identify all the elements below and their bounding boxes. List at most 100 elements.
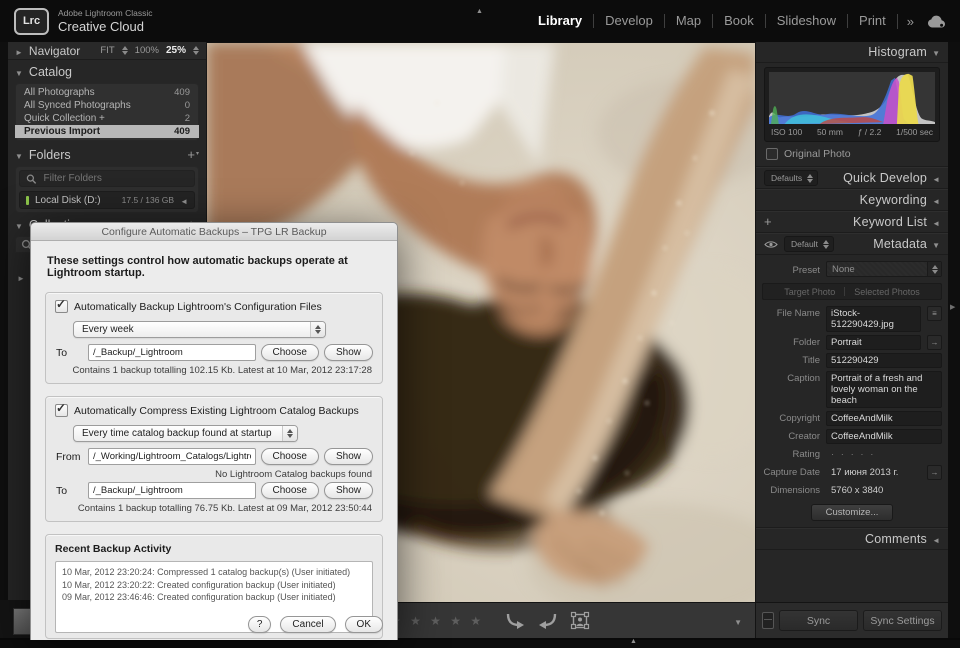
field-value[interactable]: Portrait [826, 335, 921, 350]
sync-button[interactable]: Sync [779, 610, 858, 631]
zoom-100-control[interactable]: 100% [135, 45, 159, 56]
metadata-view-dropdown[interactable]: Default [784, 236, 834, 252]
catalog-item-all-synced[interactable]: All Synced Photographs 0 [15, 99, 199, 112]
customize-row: Customize... [762, 504, 942, 521]
rotate-left-icon[interactable] [504, 612, 526, 629]
tab-divider [844, 287, 846, 296]
ok-button[interactable]: OK [344, 616, 383, 633]
catalog-item-previous-import[interactable]: Previous Import 409 [15, 125, 199, 138]
stepper-icon[interactable] [121, 46, 128, 55]
original-photo-checkbox[interactable] [766, 148, 778, 160]
cancel-button[interactable]: Cancel [280, 616, 336, 633]
keywording-header[interactable]: Keywording [756, 189, 948, 211]
tab-print[interactable]: Print [847, 14, 897, 28]
keyword-list-header[interactable]: + Keyword List [756, 211, 948, 233]
field-value[interactable]: CoffeeAndMilk [826, 429, 942, 444]
field-value[interactable]: iStock-512290429.jpg [826, 306, 921, 332]
compress-frequency-dropdown[interactable]: Every time catalog backup found at start… [73, 425, 298, 442]
volume-local-disk[interactable]: Local Disk (D:) 17.5 / 136 GB [19, 191, 195, 209]
navigator-header[interactable]: Navigator FIT 100% 25% [8, 42, 206, 60]
sync-toggle-icon[interactable] [762, 612, 774, 629]
folders-header[interactable]: Folders [8, 145, 206, 165]
compress-to-row: To Choose Show [55, 482, 373, 499]
tab-develop[interactable]: Develop [593, 14, 664, 28]
compress-to-path-input[interactable] [88, 482, 256, 499]
histogram-box[interactable]: ISO 100 50 mm ƒ / 2.2 1/500 sec [764, 67, 940, 142]
catalog-item-all-photographs[interactable]: All Photographs 409 [15, 86, 199, 99]
add-keyword-button[interactable]: + [764, 215, 772, 228]
volume-expand-arrow[interactable] [180, 191, 188, 209]
compress-from-path-input[interactable] [88, 448, 256, 465]
field-value[interactable]: Portrait of a fresh and lovely woman on … [826, 371, 942, 408]
saved-preset-dropdown[interactable]: Defaults [764, 170, 819, 186]
histogram-header[interactable]: Histogram [756, 42, 948, 63]
tab-selected-photos[interactable]: Selected Photos [854, 287, 920, 297]
module-overflow-chevron[interactable]: » [896, 13, 923, 29]
customize-button[interactable]: Customize... [810, 504, 894, 521]
tab-book[interactable]: Book [712, 14, 765, 28]
zoom-current-control[interactable]: 25% [166, 45, 186, 56]
dialog-buttons: ? Cancel OK [247, 616, 383, 633]
rating-stars[interactable]: ★ ★ ★ ★ ★ [390, 614, 484, 628]
compress-to-choose-button[interactable]: Choose [260, 482, 319, 499]
comments-header[interactable]: Comments [756, 528, 948, 550]
sync-settings-button[interactable]: Sync Settings [863, 610, 942, 631]
compress-to-show-button[interactable]: Show [323, 482, 373, 499]
file-actions-icon[interactable] [927, 306, 942, 321]
catalog-list: All Photographs 409 All Synced Photograp… [15, 83, 199, 141]
compress-from-show-button[interactable]: Show [323, 448, 373, 465]
metadata-header[interactable]: Default Metadata [756, 233, 948, 255]
quick-develop-header[interactable]: Defaults Quick Develop [756, 167, 948, 189]
item-count: 409 [174, 126, 190, 137]
compress-checkbox-label: Automatically Compress Existing Lightroo… [74, 404, 359, 417]
config-choose-button[interactable]: Choose [260, 344, 319, 361]
right-panel-collapse-arrow[interactable] [950, 296, 955, 314]
eye-icon[interactable] [764, 240, 778, 249]
field-value[interactable]: 512290429 [826, 353, 942, 368]
filter-folders-box[interactable] [19, 170, 195, 187]
rating-dots[interactable]: · · · · · [826, 447, 942, 462]
tab-target-photo[interactable]: Target Photo [784, 287, 835, 297]
chevron-down-icon [15, 146, 23, 164]
help-button[interactable]: ? [247, 616, 272, 633]
add-folder-button[interactable] [187, 146, 199, 164]
config-backup-checkbox[interactable] [55, 297, 68, 313]
preset-dropdown[interactable]: None [826, 261, 942, 277]
filter-folders-input[interactable] [41, 172, 188, 185]
rotate-right-icon[interactable] [537, 612, 559, 629]
metadata-preset-row: Preset None [762, 261, 942, 277]
config-backup-checkbox-row: Automatically Backup Lightroom's Configu… [55, 297, 373, 313]
config-to-path-input[interactable] [88, 344, 256, 361]
tab-slideshow[interactable]: Slideshow [764, 14, 847, 28]
volume-name: Local Disk (D:) [35, 194, 101, 206]
compress-from-row: From Choose Show [55, 448, 373, 465]
app-name: Adobe Lightroom Classic [58, 8, 153, 18]
tab-library[interactable]: Library [527, 14, 593, 28]
tab-map[interactable]: Map [663, 14, 712, 28]
config-frequency-value: Every week [82, 324, 134, 335]
original-photo-row[interactable]: Original Photo [756, 142, 948, 167]
field-value[interactable]: CoffeeAndMilk [826, 411, 942, 426]
compress-checkbox[interactable] [55, 401, 68, 417]
top-panel-collapse-arrow[interactable] [476, 0, 483, 18]
bottom-panel-collapse-arrow[interactable] [630, 630, 637, 648]
creative-cloud-icon[interactable] [927, 14, 946, 29]
collection-disclosure-arrow[interactable] [17, 268, 25, 286]
chevron-left-icon [927, 530, 940, 548]
compress-from-choose-button[interactable]: Choose [260, 448, 319, 465]
stepper-icon[interactable] [193, 46, 199, 55]
meta-row-dimensions: Dimensions 5760 x 3840 [762, 483, 942, 498]
config-show-button[interactable]: Show [323, 344, 373, 361]
dialog-title-bar[interactable]: Configure Automatic Backups – TPG LR Bac… [31, 223, 397, 241]
catalog-item-quick-collection[interactable]: Quick Collection + 2 [15, 112, 199, 125]
toolbar-options-dropdown[interactable] [734, 612, 742, 630]
catalog-label: Catalog [28, 65, 73, 79]
catalog-header[interactable]: Catalog [8, 62, 206, 82]
draw-face-region-icon[interactable] [570, 611, 590, 630]
config-frequency-dropdown[interactable]: Every week [73, 321, 326, 338]
histogram-label: Histogram [868, 45, 927, 59]
go-to-folder-icon[interactable] [927, 335, 942, 350]
capture-date-icon[interactable] [927, 465, 942, 480]
zoom-fit-control[interactable]: FIT [100, 45, 114, 56]
comments-label: Comments [864, 532, 927, 546]
